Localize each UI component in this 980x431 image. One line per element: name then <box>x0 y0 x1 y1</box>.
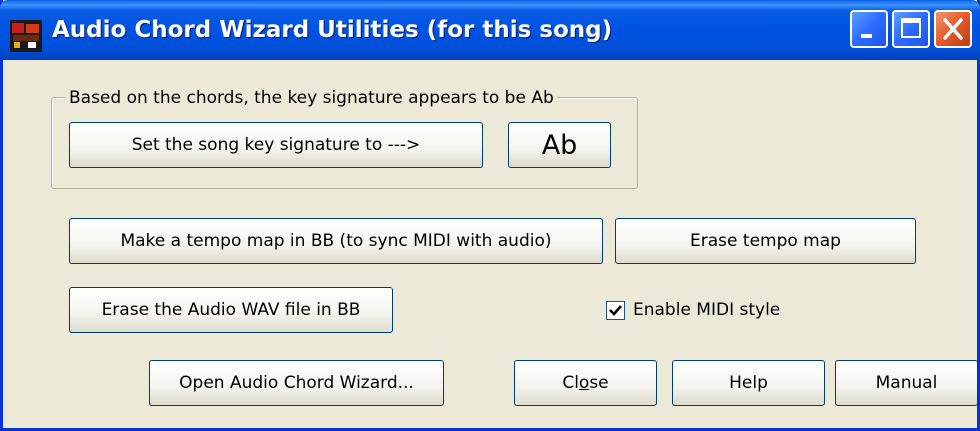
key-signature-group-label: Based on the chords, the key signature a… <box>66 88 557 108</box>
close-button-label-start: Cl <box>562 372 579 393</box>
checkmark-icon <box>609 304 622 316</box>
close-button-label-end: se <box>589 372 609 393</box>
close-button-mnemonic: o <box>578 372 590 393</box>
window-title: Audio Chord Wizard Utilities (for this s… <box>52 17 613 43</box>
dialog-window: Audio Chord Wizard Utilities (for this s… <box>0 0 980 431</box>
manual-button[interactable]: Manual <box>835 360 978 406</box>
title-bar[interactable]: Audio Chord Wizard Utilities (for this s… <box>0 0 980 60</box>
set-key-signature-button[interactable]: Set the song key signature to ---> <box>69 122 483 168</box>
minimize-button[interactable] <box>850 10 888 48</box>
key-signature-value: Ab <box>508 122 611 168</box>
help-button[interactable]: Help <box>672 360 825 406</box>
close-window-button[interactable] <box>934 10 972 48</box>
enable-midi-style-label: Enable MIDI style <box>633 300 781 320</box>
minimize-icon <box>861 34 872 38</box>
close-button[interactable]: Cl o se <box>514 360 657 406</box>
close-icon <box>943 18 963 40</box>
app-icon <box>10 20 42 52</box>
maximize-button[interactable] <box>892 10 930 48</box>
make-tempo-map-button[interactable]: Make a tempo map in BB (to sync MIDI wit… <box>69 218 603 264</box>
maximize-icon <box>901 18 921 38</box>
erase-audio-wav-button[interactable]: Erase the Audio WAV file in BB <box>69 287 393 333</box>
open-audio-chord-wizard-button[interactable]: Open Audio Chord Wizard... <box>149 360 444 406</box>
enable-midi-style-checkbox[interactable]: Enable MIDI style <box>606 300 780 320</box>
erase-tempo-map-button[interactable]: Erase tempo map <box>615 218 916 264</box>
checkbox-box[interactable] <box>606 300 625 320</box>
